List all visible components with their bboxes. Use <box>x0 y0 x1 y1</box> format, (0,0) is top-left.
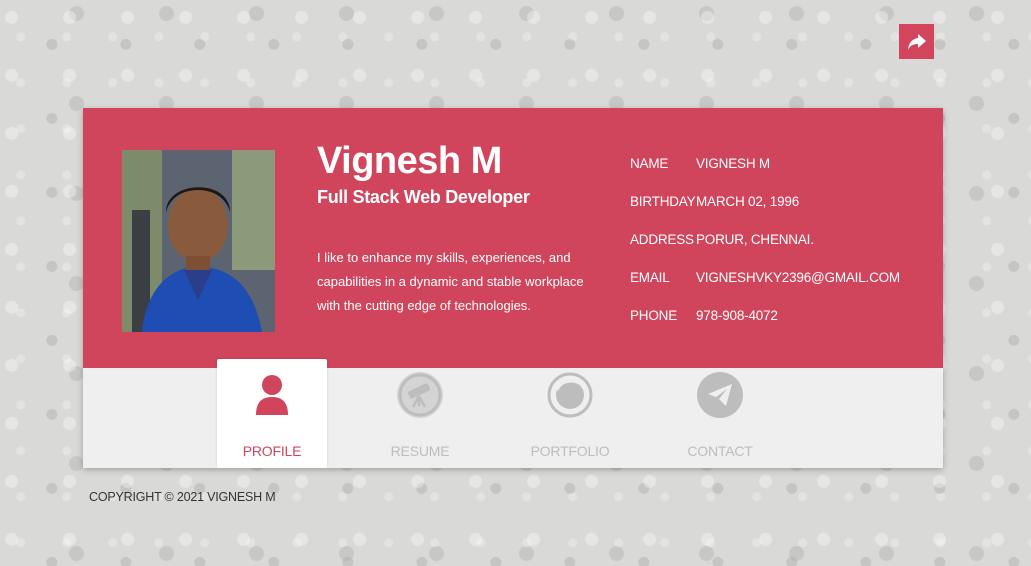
profile-title: Full Stack Web Developer <box>317 187 530 207</box>
paper-plane-icon <box>697 372 743 418</box>
portfolio-icon <box>547 372 593 418</box>
info-label: PHONE <box>630 308 678 323</box>
telescope-icon <box>397 372 443 418</box>
info-value: VIGNESHVKY2396@GMAIL.COM <box>696 270 900 285</box>
info-label: NAME <box>630 156 669 171</box>
info-value: VIGNESH M <box>696 156 770 171</box>
tab-contact[interactable]: CONTACT <box>665 359 775 468</box>
tab-label: RESUME <box>390 443 450 459</box>
user-icon <box>249 372 295 418</box>
info-value: PORUR, CHENNAI. <box>696 232 814 247</box>
profile-bio: I like to enhance my skills, experiences… <box>317 250 584 313</box>
share-arrow-icon <box>907 33 926 50</box>
info-label: BIRTHDAY <box>630 194 696 209</box>
tab-portfolio[interactable]: PORTFOLIO <box>515 359 625 468</box>
profile-name: Vignesh M <box>317 140 502 182</box>
tab-profile[interactable]: PROFILE <box>217 359 327 468</box>
copyright-text: COPYRIGHT © 2021 VIGNESH M <box>89 490 276 504</box>
tab-label: PORTFOLIO <box>530 443 610 459</box>
profile-photo <box>122 150 275 332</box>
info-label: EMAIL <box>630 270 670 285</box>
tab-label: CONTACT <box>687 443 753 459</box>
tab-label: PROFILE <box>242 443 302 459</box>
share-button[interactable] <box>899 24 934 59</box>
info-value: 978-908-4072 <box>696 308 778 323</box>
profile-header: Vignesh M Full Stack Web Developer I lik… <box>83 108 943 368</box>
info-value: MARCH 02, 1996 <box>696 194 799 209</box>
tab-bar <box>83 368 943 468</box>
profile-card: Vignesh M Full Stack Web Developer I lik… <box>83 108 943 468</box>
info-label: ADDRESS <box>630 232 694 247</box>
tab-resume[interactable]: RESUME <box>365 359 475 468</box>
